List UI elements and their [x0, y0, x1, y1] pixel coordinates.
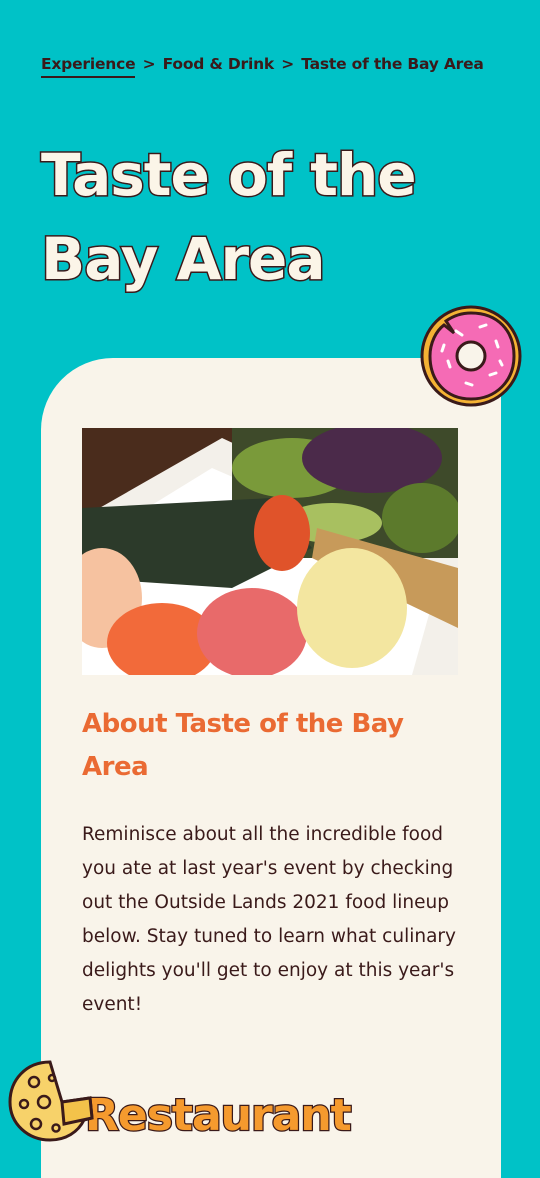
- breadcrumb-separator: >: [281, 55, 295, 73]
- food-photo: [82, 428, 458, 675]
- page-title-line-2: Bay Area: [40, 224, 328, 295]
- donut-icon: [420, 305, 522, 407]
- breadcrumb: Experience > Food & Drink > Taste of the…: [41, 55, 511, 78]
- page-title: Taste of the Bay Area: [40, 133, 511, 301]
- breadcrumb-link-food-drink[interactable]: Food & Drink: [163, 55, 275, 73]
- page-title-line-1: Taste of the: [40, 140, 419, 211]
- content-card: About Taste of the Bay Area Reminisce ab…: [41, 358, 501, 1178]
- breadcrumb-separator: >: [142, 55, 156, 73]
- breadcrumb-link-experience[interactable]: Experience: [41, 55, 136, 78]
- cheese-icon: [8, 1060, 94, 1142]
- restaurant-heading: Restaurant: [84, 1089, 353, 1143]
- breadcrumb-current: Taste of the Bay Area: [301, 55, 484, 73]
- about-title: About Taste of the Bay Area: [82, 709, 404, 782]
- about-description: Reminisce about all the incredible food …: [82, 824, 456, 1015]
